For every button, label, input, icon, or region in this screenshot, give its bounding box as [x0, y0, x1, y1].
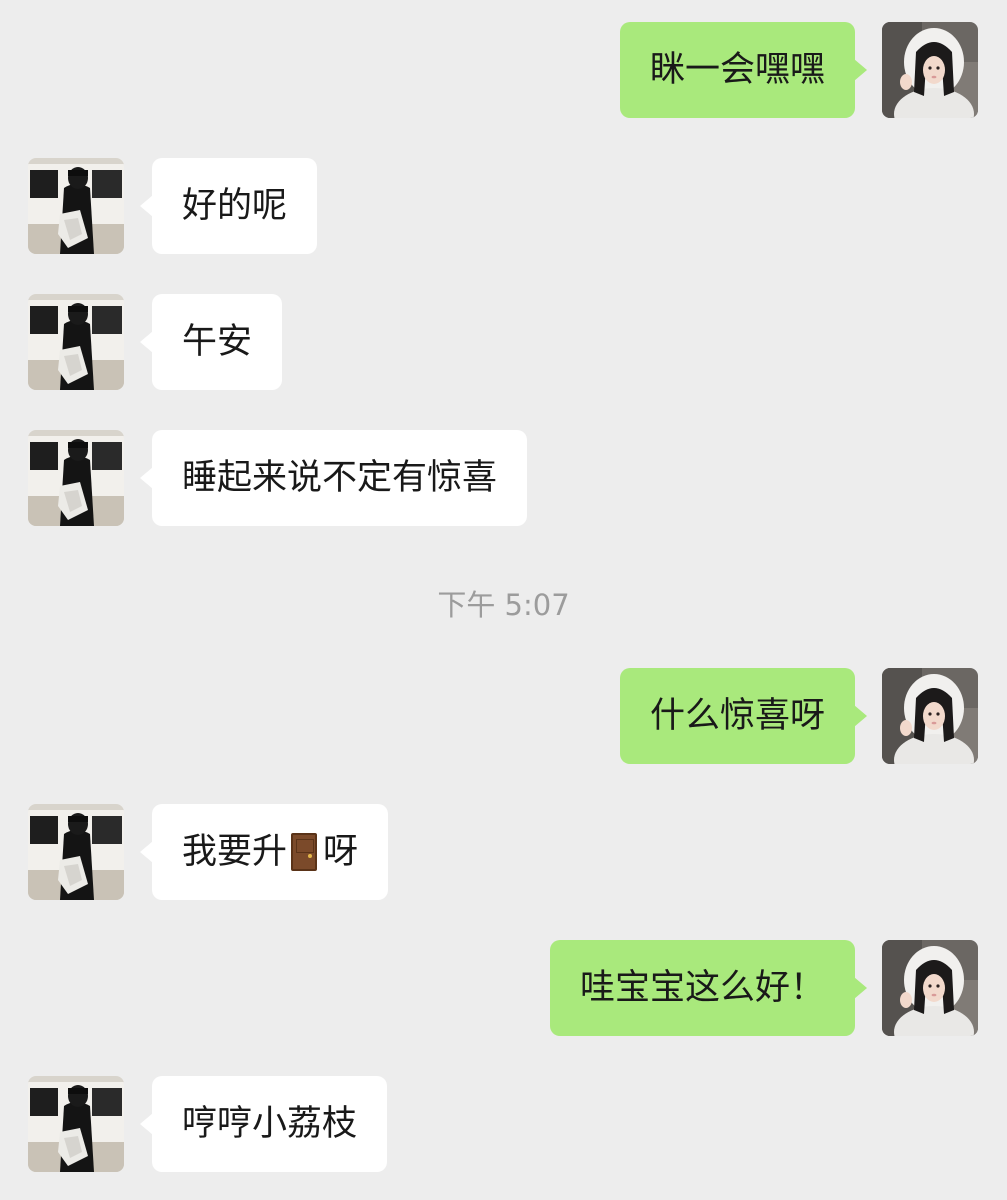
- sent-message-bubble[interactable]: 眯一会嘿嘿: [619, 22, 868, 118]
- girl-avatar-icon: [882, 22, 978, 118]
- message-text: 哼哼小荔枝: [182, 1103, 358, 1144]
- man-avatar-icon: [28, 294, 124, 390]
- message-text-after: 呀: [323, 831, 359, 872]
- received-message-bubble[interactable]: 午安: [139, 294, 283, 390]
- message-text: 什么惊喜呀: [649, 695, 825, 736]
- message-text: 好的呢: [182, 185, 288, 226]
- contact-avatar[interactable]: [28, 1076, 124, 1172]
- message-timestamp: 下午 5:07: [437, 588, 570, 622]
- received-message-bubble[interactable]: 哼哼小荔枝: [139, 1076, 388, 1172]
- message-row-sent: 眯一会嘿嘿: [0, 22, 1007, 118]
- self-avatar[interactable]: [882, 940, 978, 1036]
- message-text: 眯一会嘿嘿: [649, 49, 825, 90]
- sent-message-bubble[interactable]: 什么惊喜呀: [619, 668, 868, 764]
- message-row-sent: 什么惊喜呀: [0, 668, 1007, 764]
- message-row-sent: 哇宝宝这么好！: [0, 940, 1007, 1036]
- contact-avatar[interactable]: [28, 158, 124, 254]
- message-text: 睡起来说不定有惊喜: [182, 457, 498, 498]
- message-row-received: 我要升 呀: [0, 804, 1007, 900]
- received-message-bubble[interactable]: 我要升 呀: [139, 804, 389, 900]
- message-row-received: 哼哼小荔枝: [0, 1076, 1007, 1172]
- door-icon: [291, 833, 318, 871]
- received-message-bubble[interactable]: 好的呢: [139, 158, 318, 254]
- received-message-bubble[interactable]: 睡起来说不定有惊喜: [139, 430, 528, 526]
- self-avatar[interactable]: [882, 22, 978, 118]
- self-avatar[interactable]: [882, 668, 978, 764]
- contact-avatar[interactable]: [28, 430, 124, 526]
- contact-avatar[interactable]: [28, 294, 124, 390]
- man-avatar-icon: [28, 804, 124, 900]
- message-row-received: 午安: [0, 294, 1007, 390]
- message-row-received: 睡起来说不定有惊喜: [0, 430, 1007, 526]
- message-text: 午安: [182, 321, 253, 362]
- girl-avatar-icon: [882, 668, 978, 764]
- message-text-before: 我要升: [182, 831, 288, 872]
- chat-message-area[interactable]: 眯一会嘿嘿 好的呢 午安 睡起来说不定有惊喜 下午 5:07 什么惊喜呀 我要升…: [0, 0, 1007, 1200]
- contact-avatar[interactable]: [28, 804, 124, 900]
- man-avatar-icon: [28, 158, 124, 254]
- sent-message-bubble[interactable]: 哇宝宝这么好！: [549, 940, 868, 1036]
- man-avatar-icon: [28, 430, 124, 526]
- message-row-received: 好的呢: [0, 158, 1007, 254]
- man-avatar-icon: [28, 1076, 124, 1172]
- message-text: 哇宝宝这么好！: [579, 967, 825, 1008]
- girl-avatar-icon: [882, 940, 978, 1036]
